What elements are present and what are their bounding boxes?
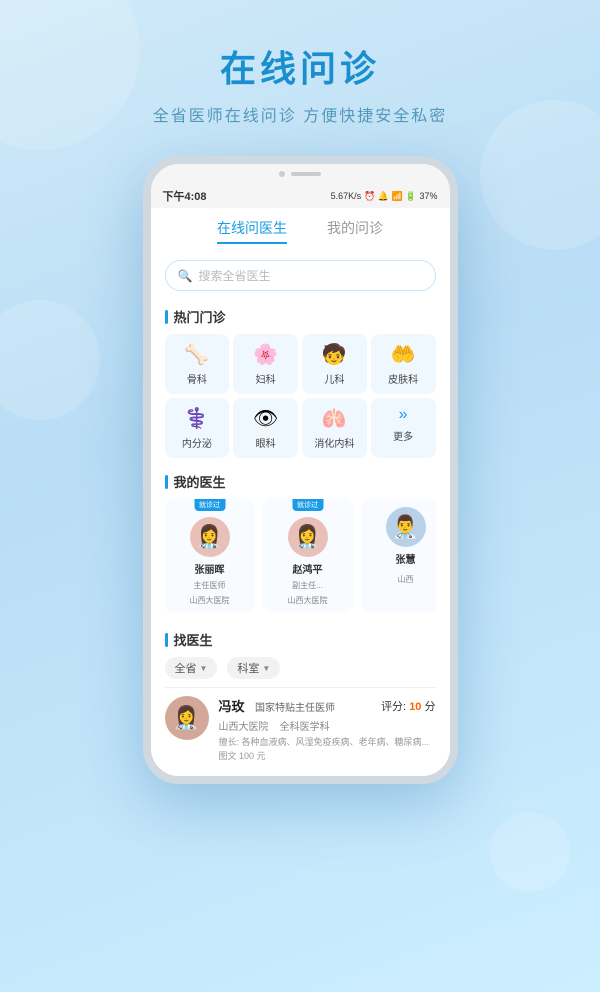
list-doc-name-1: 冯玫 — [219, 699, 245, 714]
status-time: 下午4:08 — [163, 188, 207, 204]
search-icon: 🔍 — [178, 269, 193, 283]
doctor-title-2: 副主任... — [292, 580, 323, 591]
doctor-list-item-1[interactable]: 👩‍⚕️ 冯玫 国家特贴主任医师 评分: 10 分 — [165, 687, 436, 770]
dept-item-endocrine[interactable]: ⚕️ 内分泌 — [165, 398, 230, 458]
search-placeholder-text: 搜索全省医生 — [198, 267, 270, 284]
more-label: 更多 — [393, 428, 413, 443]
doctor-hospital-1: 山西大医院 — [190, 595, 230, 606]
filter-dept[interactable]: 科室 ▼ — [227, 657, 280, 679]
app-content: 在线问医生 我的问诊 🔍 搜索全省医生 热门门诊 🦴 — [151, 208, 450, 776]
tab-my-consult[interactable]: 我的问诊 — [327, 218, 383, 244]
doctor-name-1: 张丽晖 — [195, 561, 225, 576]
dept-dropdown-arrow: ▼ — [262, 664, 270, 673]
pediatrics-icon: 🧒 — [322, 342, 347, 367]
status-bar: 下午4:08 5.67K/s ⏰ 🔔 📶 🔋 37% — [151, 184, 450, 208]
ophthalmology-icon: 👁 — [253, 406, 278, 431]
tab-consult[interactable]: 在线问医生 — [217, 218, 287, 244]
find-filters: 全省 ▼ 科室 ▼ — [165, 657, 436, 679]
endocrine-icon: ⚕️ — [184, 406, 209, 431]
section-title-bar-2 — [165, 475, 168, 489]
search-wrapper: 🔍 搜索全省医生 — [151, 252, 450, 299]
doctor-hospital-3: 山西 — [398, 574, 414, 585]
list-name-row-1: 冯玫 国家特贴主任医师 评分: 10 分 — [219, 696, 436, 716]
my-doctors-title: 我的医生 — [165, 472, 436, 491]
dept-item-pediatrics[interactable]: 🧒 儿科 — [302, 334, 367, 394]
section-title-bar-3 — [165, 633, 168, 647]
doctor-avatar-2: 👩‍⚕️ — [288, 517, 328, 557]
more-icon: » — [399, 406, 408, 424]
status-icons: ⏰ 🔔 📶 🔋 — [364, 191, 416, 202]
doctor-card-2[interactable]: 就诊过 👩‍⚕️ 赵鸿平 副主任... 山西大医院 — [263, 499, 353, 612]
digestive-label: 消化内科 — [314, 435, 354, 450]
doctor-name-2: 赵鸿平 — [293, 561, 323, 576]
search-bar[interactable]: 🔍 搜索全省医生 — [165, 260, 436, 291]
dept-item-ortho[interactable]: 🦴 骨科 — [165, 334, 230, 394]
list-score-1: 评分: 10 分 — [381, 698, 435, 714]
find-doctor-title: 找医生 — [165, 630, 436, 649]
list-price-1: 图文 100 元 — [219, 749, 436, 762]
dept-item-gynecology[interactable]: 🌸 妇科 — [233, 334, 298, 394]
doctor-card-1[interactable]: 就诊过 👩‍⚕️ 张丽晖 主任医师 山西大医院 — [165, 499, 255, 612]
dept-item-ophthalmology[interactable]: 👁 眼科 — [233, 398, 298, 458]
pediatrics-label: 儿科 — [324, 371, 344, 386]
list-avatar-1: 👩‍⚕️ — [165, 696, 209, 740]
doctor-title-1: 主任医师 — [194, 580, 226, 591]
dept-item-digestive[interactable]: 🫁 消化内科 — [302, 398, 367, 458]
digestive-icon: 🫁 — [322, 406, 347, 431]
my-doctors-section: 我的医生 就诊过 👩‍⚕️ 张丽晖 主任医师 山西大医院 — [151, 464, 450, 622]
ortho-label: 骨科 — [187, 371, 207, 386]
page-main-title: 在线问诊 — [20, 40, 580, 92]
dept-item-dermatology[interactable]: 🤲 皮肤科 — [371, 334, 436, 394]
phone-top-bar — [151, 164, 450, 184]
phone-mockup: 下午4:08 5.67K/s ⏰ 🔔 📶 🔋 37% 在线问医生 我的问诊 🔍 … — [140, 156, 460, 992]
filter-province[interactable]: 全省 ▼ — [165, 657, 218, 679]
province-dropdown-arrow: ▼ — [200, 664, 208, 673]
page-subtitle: 全省医师在线问诊 方便快捷安全私密 — [20, 102, 580, 126]
doctor-name-3: 张慧 — [396, 551, 416, 566]
dept-item-more[interactable]: » 更多 — [371, 398, 436, 458]
hot-dept-title: 热门门诊 — [165, 307, 436, 326]
ophthalmology-label: 眼科 — [256, 435, 276, 450]
endocrine-label: 内分泌 — [182, 435, 212, 450]
find-doctor-section: 找医生 全省 ▼ 科室 ▼ 👩‍⚕️ — [151, 622, 450, 776]
list-desc-1: 擅长: 各种血液病、风湿免疫疾病、老年病、糖尿病... — [219, 735, 436, 748]
dermatology-label: 皮肤科 — [388, 371, 418, 386]
ortho-icon: 🦴 — [184, 342, 209, 367]
hot-dept-section: 热门门诊 🦴 骨科 🌸 妇科 🧒 儿科 — [151, 299, 450, 464]
doctor-avatar-1: 👩‍⚕️ — [190, 517, 230, 557]
list-doc-title-1: 国家特贴主任医师 — [255, 703, 335, 714]
score-value-1: 10 — [409, 701, 421, 713]
section-title-bar — [165, 310, 168, 324]
list-hospital-1: 山西大医院 全科医学科 — [219, 718, 436, 733]
gynecology-label: 妇科 — [256, 371, 276, 386]
dept-grid: 🦴 骨科 🌸 妇科 🧒 儿科 🤲 皮肤科 — [165, 334, 436, 458]
status-battery: 37% — [419, 191, 437, 201]
dermatology-icon: 🤲 — [391, 342, 416, 367]
tab-bar: 在线问医生 我的问诊 — [151, 208, 450, 252]
doctor-avatar-3: 👨‍⚕️ — [386, 507, 426, 547]
doctors-scroll: 就诊过 👩‍⚕️ 张丽晖 主任医师 山西大医院 就诊过 👩‍⚕️ — [165, 499, 436, 616]
doctor-card-3[interactable]: 👨‍⚕️ 张慧 山西 — [361, 499, 436, 612]
doctor-hospital-2: 山西大医院 — [288, 595, 328, 606]
gynecology-icon: 🌸 — [253, 342, 278, 367]
list-info-1: 冯玫 国家特贴主任医师 评分: 10 分 山西大医院 全科医学科 — [219, 696, 436, 762]
status-network: 5.67K/s — [331, 191, 362, 201]
doctor-badge-2: 就诊过 — [292, 499, 323, 511]
doctor-badge-1: 就诊过 — [194, 499, 225, 511]
